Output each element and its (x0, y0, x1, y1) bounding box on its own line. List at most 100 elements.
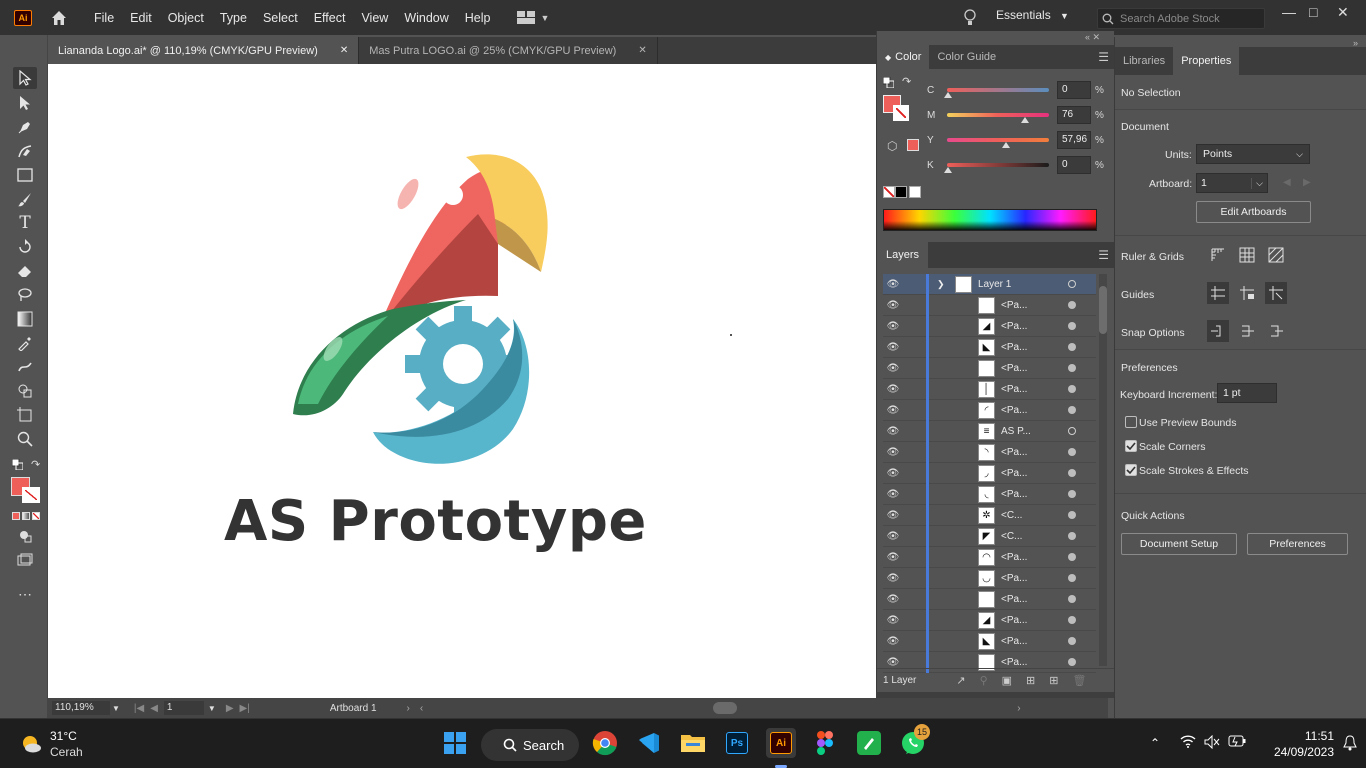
lock-guides-button[interactable] (1236, 282, 1258, 304)
eraser-tool[interactable] (13, 260, 37, 282)
layer-row[interactable]: 👁 │ <Pa... (883, 379, 1096, 400)
black-value-field[interactable]: 0 (1057, 156, 1091, 174)
taskbar-search[interactable]: Search (481, 729, 579, 761)
yellow-slider[interactable] (947, 138, 1049, 148)
layer-row[interactable]: 👁 ◠ <Pa... (883, 547, 1096, 568)
weather-temp[interactable]: 31°C (50, 729, 77, 743)
speaker-muted-icon[interactable] (1204, 734, 1220, 752)
white-swatch[interactable] (909, 186, 921, 198)
layer-name[interactable]: <Pa... (1001, 636, 1027, 647)
layer-target-icon[interactable] (1068, 490, 1076, 498)
collect-export-icon[interactable]: ↗ (956, 674, 965, 687)
default-colors-icon[interactable] (11, 458, 24, 473)
scale-strokes-checkbox[interactable] (1125, 464, 1137, 476)
close-icon[interactable]: ✕ (638, 45, 646, 56)
menu-item-object[interactable]: Object (160, 11, 212, 25)
units-select[interactable]: Points ⌵ (1196, 144, 1310, 164)
shape-builder-tool[interactable] (13, 380, 37, 402)
visibility-eye-icon[interactable]: 👁 (883, 279, 903, 290)
layer-target-icon[interactable] (1068, 658, 1076, 666)
swap-colors-icon[interactable]: ↷ (902, 75, 911, 88)
vscode-app[interactable] (634, 728, 664, 758)
weather-sun-icon[interactable] (20, 733, 42, 755)
layer-target-icon[interactable] (1068, 532, 1076, 540)
eyedropper-tool[interactable] (13, 332, 37, 354)
layer-name[interactable]: <Pa... (1001, 552, 1027, 563)
last-artboard-icon[interactable]: ▶| (240, 703, 250, 714)
layer-name[interactable]: Layer 1 (978, 279, 1011, 290)
horizontal-scroll-thumb[interactable] (713, 702, 738, 714)
type-tool[interactable]: T (13, 212, 37, 234)
clock-date[interactable]: 24/09/2023 (1258, 745, 1334, 759)
panel-menu-icon[interactable]: ☰ (1098, 248, 1109, 262)
layer-row[interactable]: 👁 <Pa... (883, 358, 1096, 379)
chevron-down-icon[interactable]: ▼ (112, 704, 120, 713)
snap-to-point-button[interactable] (1207, 320, 1229, 342)
visibility-eye-icon[interactable]: 👁 (883, 615, 903, 626)
stock-search-input[interactable]: Search Adobe Stock (1097, 8, 1265, 29)
tab-libraries[interactable]: Libraries (1115, 47, 1173, 75)
layer-target-icon[interactable] (1068, 511, 1076, 519)
artboard-number-field[interactable]: 1 (163, 701, 204, 715)
next-artboard-icon[interactable]: ▶ (1303, 177, 1311, 188)
menu-item-view[interactable]: View (353, 11, 396, 25)
figma-app[interactable] (810, 728, 840, 758)
pen-tool[interactable] (13, 116, 37, 138)
layer-target-icon[interactable] (1068, 322, 1076, 330)
scroll-left-icon[interactable]: ‹ (420, 703, 423, 714)
visibility-eye-icon[interactable]: 👁 (883, 300, 903, 311)
none-swatch[interactable] (883, 186, 895, 198)
draw-mode-button[interactable] (13, 525, 37, 547)
layer-name[interactable]: <Pa... (1001, 300, 1027, 311)
magenta-value-field[interactable]: 76 (1057, 106, 1091, 124)
visibility-eye-icon[interactable]: 👁 (883, 321, 903, 332)
black-swatch[interactable] (895, 186, 907, 198)
close-window-button[interactable]: ✕ (1337, 4, 1349, 21)
preferences-button[interactable]: Preferences (1247, 533, 1348, 555)
layer-row[interactable]: 👁 ◞ <Pa... (883, 463, 1096, 484)
chevron-down-icon[interactable]: ▼ (208, 704, 216, 713)
close-icon[interactable]: ✕ (340, 45, 348, 56)
layer-row[interactable]: 👁 ◢ <Pa... (883, 610, 1096, 631)
layers-scrollbar[interactable] (1099, 274, 1107, 666)
cyan-value-field[interactable]: 0 (1057, 81, 1091, 99)
prev-artboard-icon[interactable]: ◀ (150, 703, 158, 714)
color-stroke-swatch[interactable] (893, 105, 909, 121)
scroll-thumb[interactable] (1099, 286, 1107, 334)
layer-row-top[interactable]: 👁 ❯ Layer 1 (883, 274, 1096, 295)
scale-corners-checkbox[interactable] (1125, 440, 1137, 452)
closest-color-swatch[interactable] (907, 139, 919, 151)
slider-thumb[interactable] (944, 167, 952, 173)
direct-selection-tool[interactable] (13, 92, 37, 114)
show-rulers-button[interactable] (1207, 244, 1229, 266)
layer-name[interactable]: <Pa... (1001, 468, 1027, 479)
visibility-eye-icon[interactable]: 👁 (883, 468, 903, 479)
menu-item-file[interactable]: File (86, 11, 122, 25)
layer-target-icon[interactable] (1068, 385, 1076, 393)
layer-row[interactable]: 👁 ✲ <C... (883, 505, 1096, 526)
magenta-slider[interactable] (947, 113, 1049, 123)
menu-item-effect[interactable]: Effect (306, 11, 354, 25)
menu-item-window[interactable]: Window (396, 11, 456, 25)
locate-object-icon[interactable]: ⚲ (980, 674, 988, 687)
layer-row[interactable]: 👁 ◡ <Pa... (883, 568, 1096, 589)
green-note-app[interactable] (854, 728, 884, 758)
tab-mas-putra-logo[interactable]: Mas Putra LOGO.ai @ 25% (CMYK/GPU Previe… (359, 37, 658, 64)
lightbulb-icon[interactable] (963, 9, 977, 27)
scroll-right-icon[interactable]: › (1017, 703, 1020, 714)
keyboard-increment-input[interactable]: 1 pt (1217, 383, 1277, 403)
visibility-eye-icon[interactable]: 👁 (883, 573, 903, 584)
layer-row[interactable]: 👁 ◣ <Pa... (883, 337, 1096, 358)
layer-row[interactable]: 👁 ◢ <Pa... (883, 316, 1096, 337)
minimize-button[interactable]: — (1282, 4, 1296, 20)
whatsapp-app[interactable]: 15 (898, 724, 930, 758)
layer-row[interactable]: 👁 ◜ <Pa... (883, 400, 1096, 421)
visibility-eye-icon[interactable]: 👁 (883, 552, 903, 563)
menu-item-edit[interactable]: Edit (122, 11, 160, 25)
lasso-tool[interactable] (13, 284, 37, 306)
visibility-eye-icon[interactable]: 👁 (883, 657, 903, 668)
visibility-eye-icon[interactable]: 👁 (883, 531, 903, 542)
show-guides-button[interactable] (1207, 282, 1229, 304)
layer-name[interactable]: <C... (1001, 531, 1022, 542)
zoom-level-field[interactable]: 110,19% (52, 701, 110, 715)
